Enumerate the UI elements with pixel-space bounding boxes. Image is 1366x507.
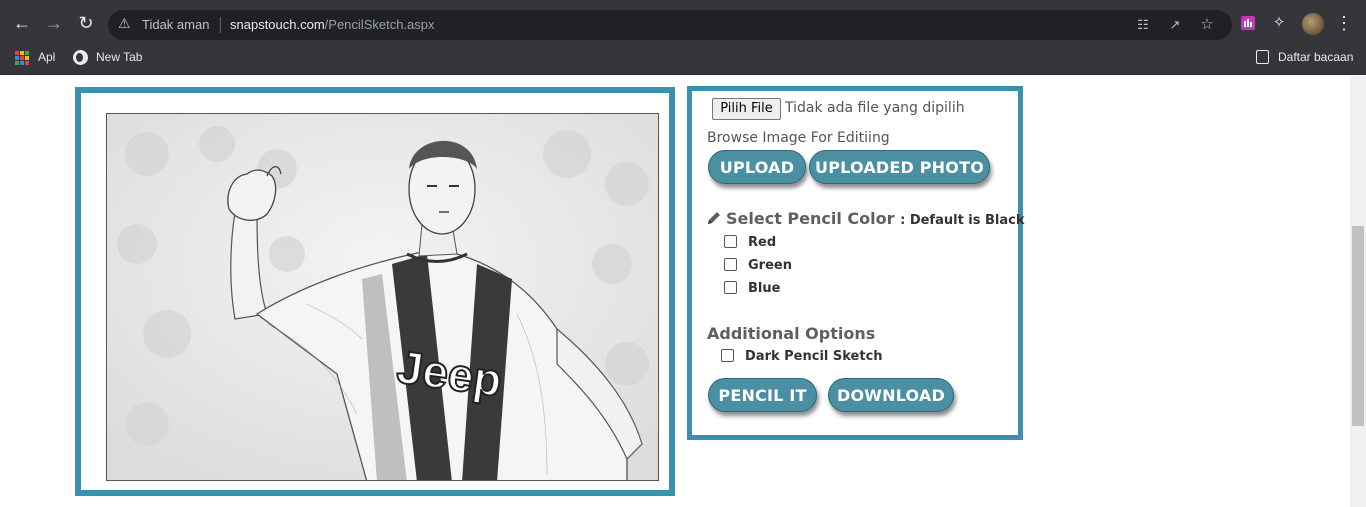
profile-avatar[interactable] bbox=[1302, 13, 1324, 35]
choose-file-button[interactable]: Pilih File bbox=[712, 98, 781, 120]
red-checkbox[interactable] bbox=[724, 235, 737, 248]
sketch-preview-frame: Jeep bbox=[75, 87, 675, 496]
star-icon[interactable]: ☆ bbox=[1198, 16, 1216, 34]
scrollbar-thumb[interactable] bbox=[1352, 226, 1364, 426]
options-panel: Pilih File Tidak ada file yang dipilih B… bbox=[687, 86, 1025, 440]
blue-checkbox[interactable] bbox=[724, 281, 737, 294]
menu-icon[interactable]: ⋮ bbox=[1333, 12, 1355, 34]
warning-icon[interactable]: ⚠ bbox=[118, 15, 131, 32]
download-button[interactable]: DOWNLOAD bbox=[828, 378, 954, 412]
browse-image-label: Browse Image For Editiing bbox=[707, 130, 890, 146]
pencil-it-button[interactable]: PENCIL IT bbox=[708, 378, 817, 412]
bookmark-new-tab[interactable]: New Tab bbox=[96, 47, 142, 67]
pencil-icon bbox=[708, 212, 720, 224]
url-path: /PencilSketch.aspx bbox=[324, 17, 435, 32]
browser-toolbar: ← → ↻ ⚠ Tidak aman snapstouch.com/Pencil… bbox=[0, 0, 1366, 44]
reload-icon[interactable]: ↻ bbox=[75, 12, 97, 34]
bookmarks-bar bbox=[0, 44, 1366, 75]
reading-list-icon[interactable] bbox=[1256, 50, 1269, 64]
sketch-preview-image: Jeep bbox=[106, 113, 659, 481]
forward-icon[interactable]: → bbox=[43, 12, 65, 34]
globe-icon bbox=[73, 50, 88, 65]
uploaded-photo-button[interactable]: UPLOADED PHOTO bbox=[809, 150, 990, 184]
bookmark-apps[interactable]: Apl bbox=[38, 47, 55, 67]
additional-options-heading: Additional Options bbox=[707, 324, 876, 343]
translate-icon[interactable]: ☷ bbox=[1134, 16, 1152, 34]
upload-button[interactable]: UPLOAD bbox=[708, 150, 806, 184]
apps-icon[interactable] bbox=[15, 51, 29, 65]
url-text[interactable]: snapstouch.com/PencilSketch.aspx bbox=[230, 17, 435, 32]
green-checkbox[interactable] bbox=[724, 258, 737, 271]
address-bar[interactable]: ⚠ Tidak aman snapstouch.com/PencilSketch… bbox=[108, 10, 1232, 40]
extension-icon[interactable] bbox=[1237, 12, 1259, 34]
scrollbar[interactable] bbox=[1350, 76, 1366, 507]
divider bbox=[220, 17, 221, 33]
green-label[interactable]: Green bbox=[748, 258, 792, 273]
blue-label[interactable]: Blue bbox=[748, 281, 780, 296]
dark-sketch-label[interactable]: Dark Pencil Sketch bbox=[745, 349, 883, 364]
share-icon[interactable]: ↗ bbox=[1166, 16, 1184, 34]
file-status-text: Tidak ada file yang dipilih bbox=[785, 100, 965, 116]
red-label[interactable]: Red bbox=[748, 235, 776, 250]
pencil-color-subtitle: : Default is Black bbox=[900, 213, 1025, 228]
pencil-color-heading: Select Pencil Color : Default is Black bbox=[707, 209, 1025, 228]
dark-sketch-checkbox[interactable] bbox=[721, 349, 734, 362]
url-host: snapstouch.com bbox=[230, 17, 325, 32]
reading-list-button[interactable]: Daftar bacaan bbox=[1278, 47, 1353, 67]
back-icon[interactable]: ← bbox=[11, 12, 33, 34]
puzzle-icon[interactable]: ✧ bbox=[1268, 12, 1290, 34]
pencil-color-title: Select Pencil Color bbox=[726, 209, 895, 228]
security-label[interactable]: Tidak aman bbox=[142, 17, 209, 32]
